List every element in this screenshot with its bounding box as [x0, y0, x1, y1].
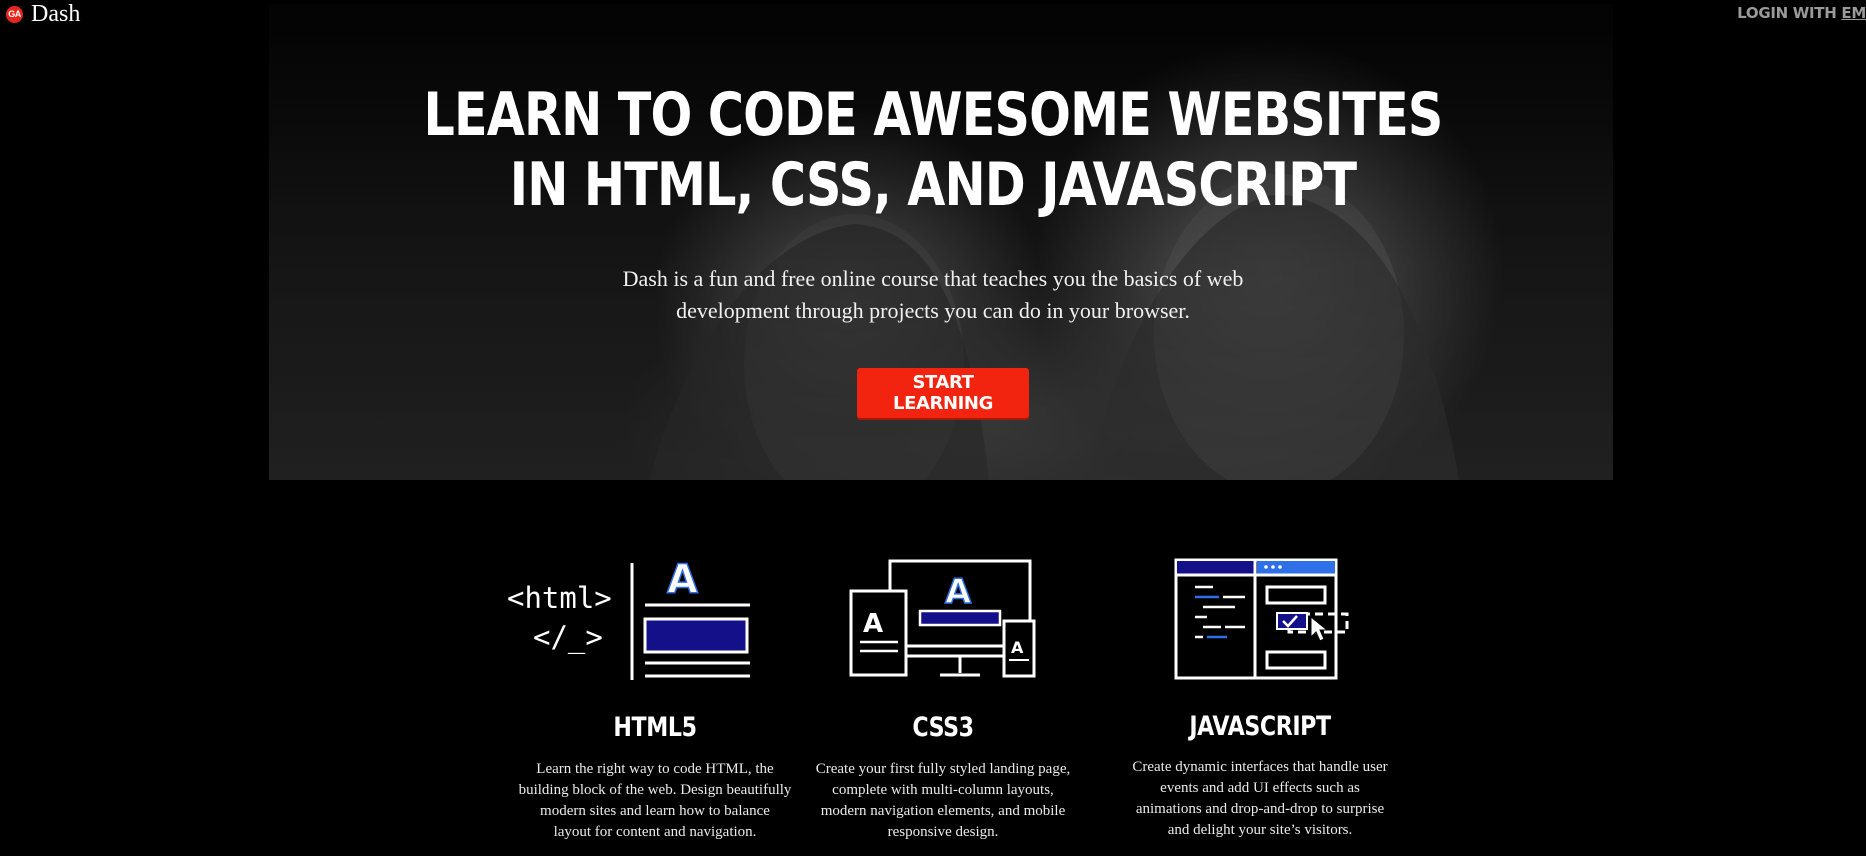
feature-javascript: JAVASCRIPT Create dynamic interfaces tha… [1110, 555, 1410, 856]
desc-line: responsive design. [887, 824, 999, 840]
desc-line: Create your first fully styled landing p… [815, 761, 1071, 777]
html-icon-tag-text: <html> [507, 581, 612, 615]
desc-line: modern sites and learn how to balance [540, 803, 770, 819]
responsive-devices-icon: A A A [849, 559, 1036, 678]
desc-line: Create dynamic interfaces that handle us… [1132, 759, 1388, 775]
feature-html5: <html> </_> A HTML5 Learn the right way … [475, 555, 835, 856]
svg-text:A: A [945, 572, 972, 612]
desc-line: Learn the right way to code HTML, the [536, 761, 774, 777]
desc-line: and delight your site’s visitors. [1167, 822, 1353, 838]
hero-headline: LEARN TO CODE AWESOME WEBSITES IN HTML, … [168, 80, 1698, 220]
svg-text:A: A [863, 609, 883, 639]
desc-line: events and add UI effects such as [1160, 780, 1360, 796]
login-link[interactable]: LOGIN WITH EM [1737, 4, 1866, 22]
ga-logo-icon: GA [6, 5, 23, 23]
drag-drop-interface-icon [1174, 558, 1349, 680]
svg-text:A: A [1011, 638, 1024, 657]
desc-line: modern navigation elements, and mobile [820, 803, 1066, 819]
desc-line: building block of the web. Design beauti… [518, 782, 792, 798]
html-code-icon: <html> </_> A [507, 558, 750, 680]
feature-css3: A A A CSS3 Create your first fully style… [798, 555, 1088, 856]
svg-text:A: A [667, 558, 698, 603]
headline-line-1: LEARN TO CODE AWESOME WEBSITES [423, 80, 1443, 150]
login-provider-link[interactable]: EM [1841, 4, 1866, 22]
subtitle-line-1: Dash is a fun and free online course tha… [622, 266, 1244, 291]
feature-desc-html5: Learn the right way to code HTML, the bu… [475, 759, 835, 843]
desc-line: layout for content and navigation. [553, 824, 757, 840]
hero-subtitle: Dash is a fun and free online course tha… [533, 263, 1333, 327]
brand-logo-link[interactable]: GA Dash [6, 2, 80, 26]
desc-line: complete with multi-column layouts, [832, 782, 1054, 798]
feature-desc-css3: Create your first fully styled landing p… [798, 759, 1088, 843]
feature-desc-javascript: Create dynamic interfaces that handle us… [1110, 757, 1410, 841]
top-bar: GA Dash LOGIN WITH EM [0, 0, 1866, 30]
start-learning-button[interactable]: START LEARNING [857, 368, 1029, 418]
feature-title-css3: CSS3 [912, 712, 974, 743]
subtitle-line-2: development through projects you can do … [676, 298, 1190, 323]
feature-title-javascript: JAVASCRIPT [1189, 711, 1331, 742]
desc-line: animations and drop-and-drop to surprise [1135, 801, 1385, 817]
headline-line-2: IN HTML, CSS, AND JAVASCRIPT [509, 150, 1357, 220]
login-prefix: LOGIN WITH [1737, 4, 1842, 22]
html-icon-close-text: </_> [533, 620, 603, 655]
brand-name: Dash [31, 1, 81, 27]
feature-title-html5: HTML5 [613, 712, 697, 743]
